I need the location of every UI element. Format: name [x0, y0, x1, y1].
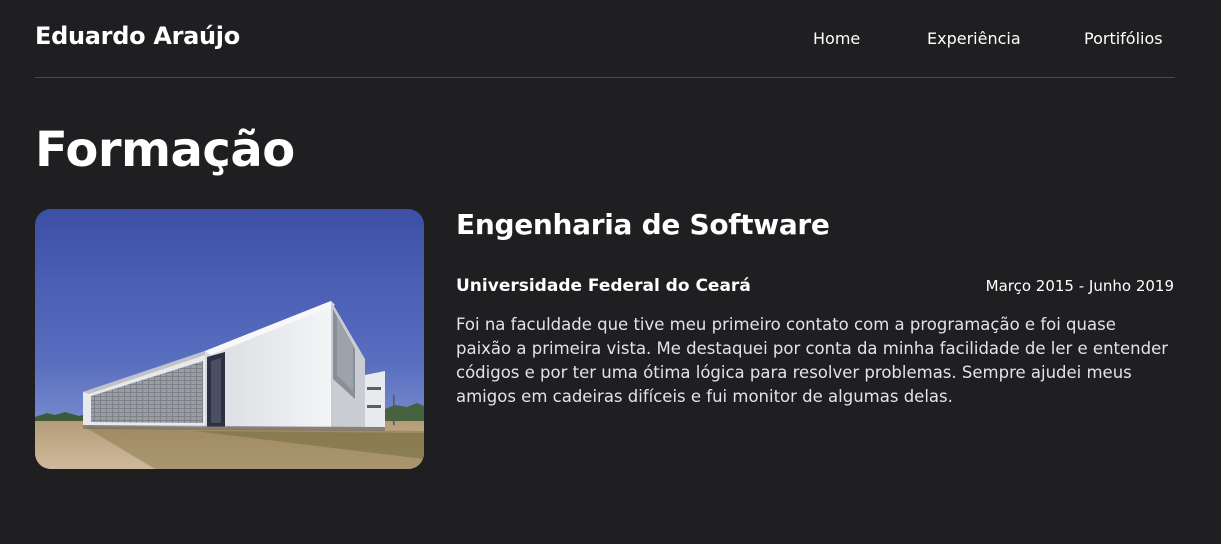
institution-name: Universidade Federal do Ceará [456, 276, 751, 296]
page: Eduardo Araújo Home Experiência Portifól… [0, 0, 1221, 544]
university-building-photo [35, 209, 424, 469]
site-header: Eduardo Araújo Home Experiência Portifól… [35, 0, 1175, 78]
brand-name[interactable]: Eduardo Araújo [35, 22, 240, 50]
section-title-education: Formação [35, 122, 295, 178]
course-title: Engenharia de Software [456, 208, 830, 241]
education-description: Foi na faculdade que tive meu primeiro c… [456, 315, 1169, 406]
nav-link-home[interactable]: Home [813, 29, 860, 48]
nav-link-portfolios[interactable]: Portifólios [1084, 29, 1163, 48]
nav-link-experience[interactable]: Experiência [927, 29, 1021, 48]
study-period: Março 2015 - Junho 2019 [985, 277, 1174, 295]
